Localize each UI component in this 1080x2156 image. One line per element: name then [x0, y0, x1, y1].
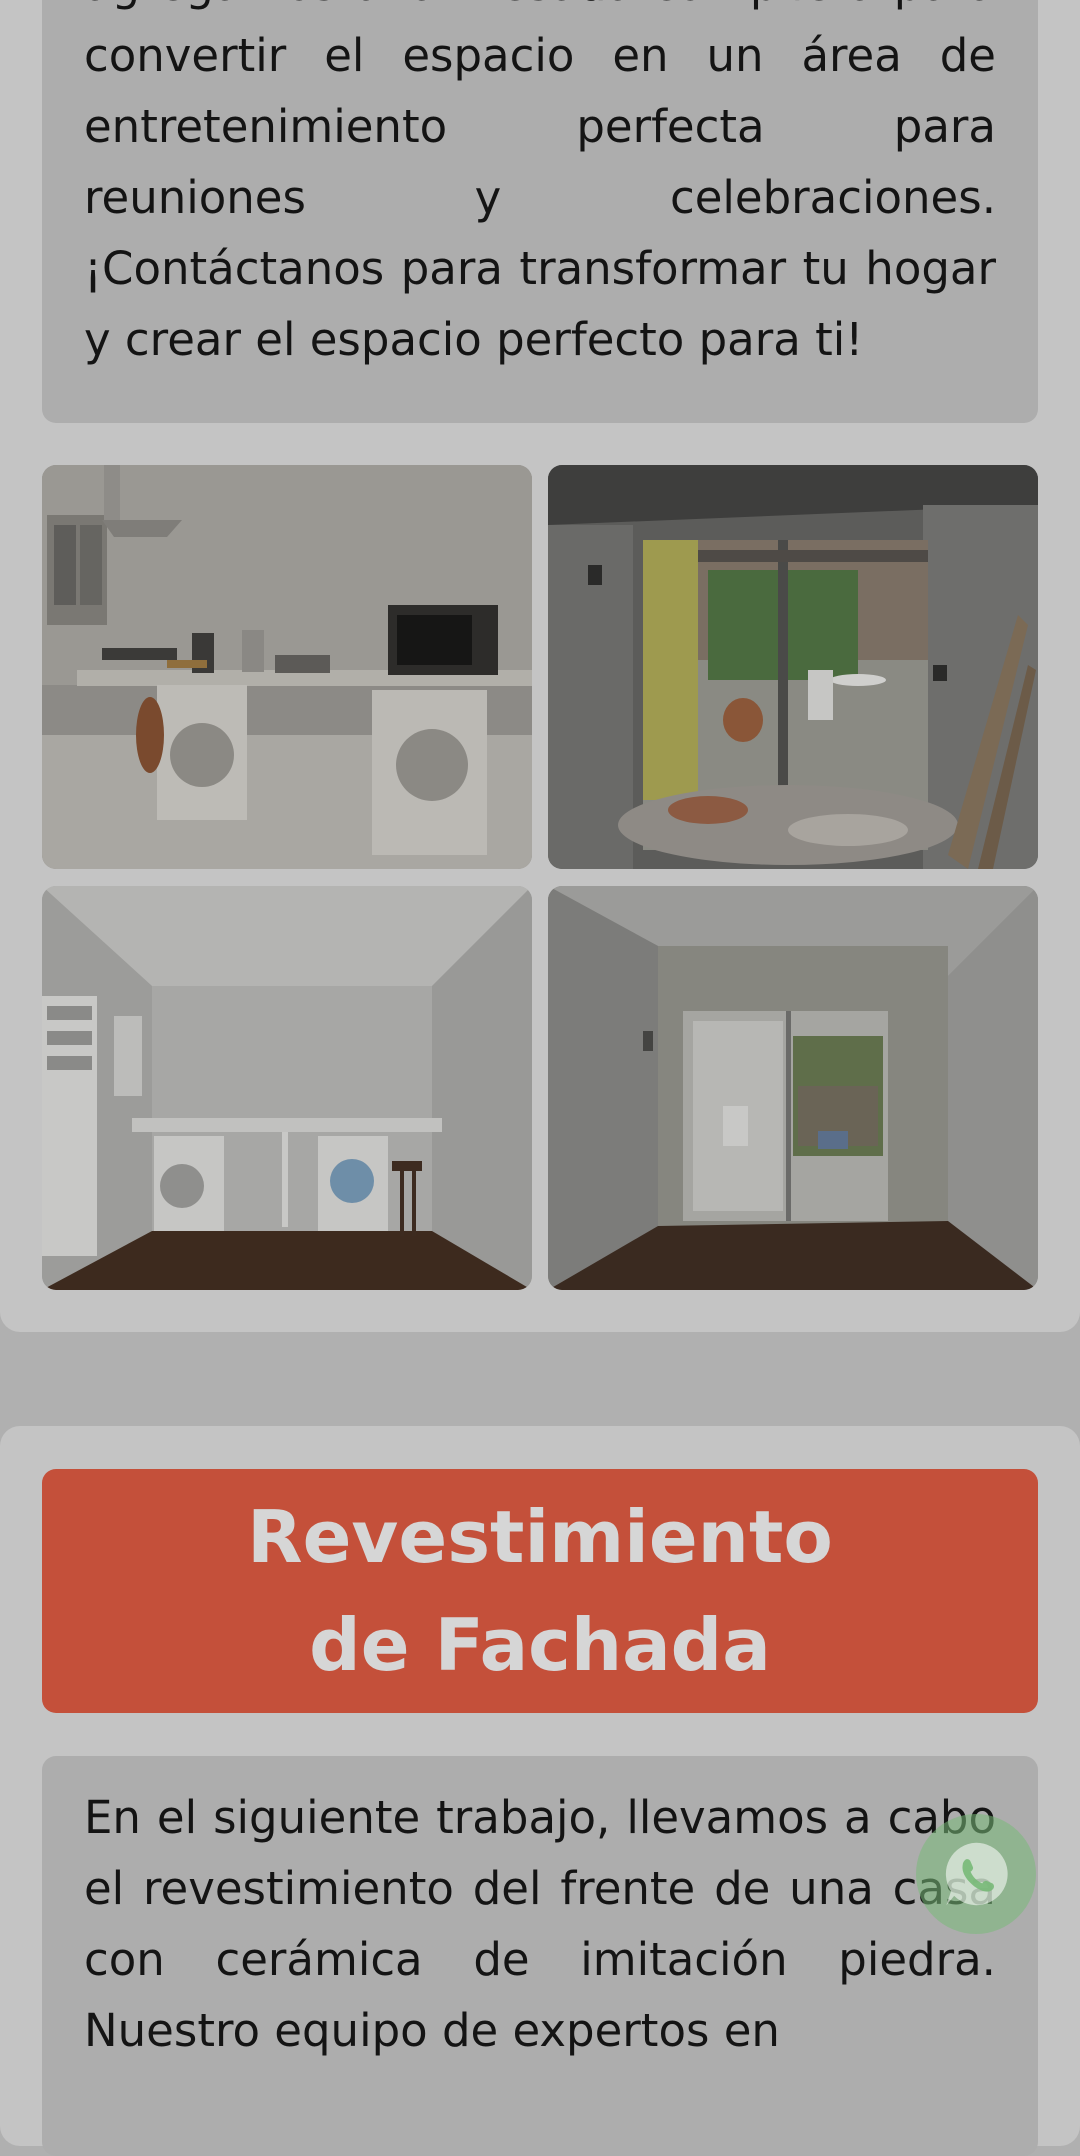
whatsapp-button[interactable]: [916, 1814, 1036, 1934]
kitchen-render-photo: [42, 465, 532, 869]
finished-laundry-room-photo: [42, 886, 532, 1290]
gallery-photo-demolition[interactable]: [548, 465, 1038, 869]
project-description-1-text: agregamos una mesada con pileta para con…: [84, 0, 996, 366]
project-description-2-text: En el siguiente trabajo, llevamos a cabo…: [84, 1791, 996, 2057]
project-title: Revestimiento de Fachada: [247, 1495, 833, 1687]
project-description-2: En el siguiente trabajo, llevamos a cabo…: [42, 1756, 1038, 2156]
project-title-banner: Revestimiento de Fachada: [42, 1469, 1038, 1713]
demolition-wall-opening-photo: [548, 465, 1038, 869]
whatsapp-icon: [945, 1842, 1008, 1906]
gallery-photo-laundry[interactable]: [42, 886, 532, 1290]
gallery-photo-kitchen[interactable]: [42, 465, 532, 869]
finished-room-sliding-door-photo: [548, 886, 1038, 1290]
project-description-1: agregamos una mesada con pileta para con…: [42, 0, 1038, 423]
gallery-photo-sliding-door[interactable]: [548, 886, 1038, 1290]
